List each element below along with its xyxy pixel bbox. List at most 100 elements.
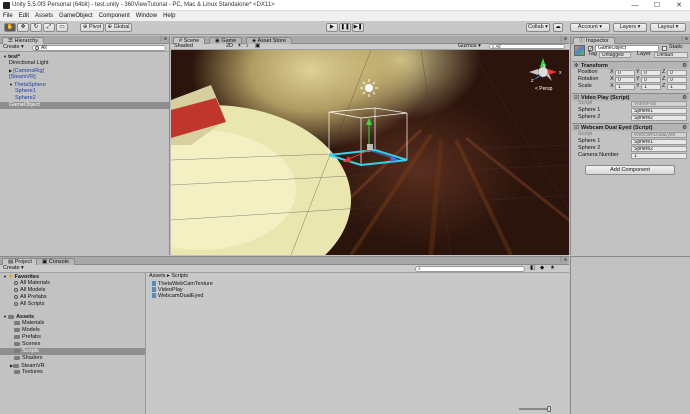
asset-folder-item[interactable]: Prefabs bbox=[0, 334, 145, 341]
asset-folder-item[interactable]: Scenes bbox=[0, 341, 145, 348]
filter-label-icon[interactable]: ◆ bbox=[540, 265, 544, 272]
scene-viewport[interactable]: y x z < Persp bbox=[171, 50, 569, 255]
minimize-button[interactable]: — bbox=[624, 0, 646, 11]
hand-tool-button[interactable]: ✋ bbox=[4, 23, 16, 32]
2d-toggle[interactable]: 2D bbox=[226, 43, 233, 50]
close-button[interactable]: ✕ bbox=[668, 0, 690, 11]
hierarchy-item[interactable]: ▼ ThetaSphere bbox=[0, 81, 169, 88]
project-search-input[interactable]: ⌕ bbox=[415, 266, 525, 272]
settings-gear-icon[interactable]: ⚙ bbox=[682, 124, 687, 132]
asset-folder-item[interactable]: Materials bbox=[0, 320, 145, 327]
project-breadcrumb[interactable]: Assets ▸ Scripts bbox=[149, 273, 188, 280]
tab-hierarchy[interactable]: ☰ Hierarchy bbox=[2, 37, 45, 44]
star-icon[interactable]: ★ bbox=[550, 265, 555, 272]
hierarchy-item[interactable]: ▶ [CameraRig] bbox=[0, 67, 169, 74]
transform-x-field[interactable]: 0 bbox=[615, 77, 635, 83]
projection-mode-label[interactable]: < Persp bbox=[535, 86, 552, 93]
panel-menu-icon[interactable]: ⋮≡ bbox=[679, 36, 688, 43]
hierarchy-search-input[interactable]: All bbox=[32, 45, 166, 51]
asset-folder-item[interactable]: ▶ SteamVR bbox=[0, 362, 145, 369]
video-play-sphere1-field[interactable]: Sphere1 bbox=[631, 108, 687, 114]
layout-dropdown[interactable]: Layout ▾ bbox=[650, 23, 686, 32]
transform-header[interactable]: ✥ Transform ⚙ bbox=[572, 61, 689, 69]
camera-number-field[interactable]: 1 bbox=[631, 153, 687, 159]
transform-z-field[interactable]: 1 bbox=[667, 84, 687, 90]
maximize-button[interactable]: ☐ bbox=[646, 0, 668, 11]
transform-y-field[interactable]: 0 bbox=[641, 70, 661, 76]
video-play-script-field: VideoPlay bbox=[631, 101, 687, 107]
favorite-item[interactable]: All Prefabs bbox=[0, 294, 145, 301]
hierarchy-item[interactable]: Sphere2 bbox=[0, 95, 169, 102]
asset-folder-item[interactable]: Scripts bbox=[0, 348, 145, 355]
cloud-button[interactable]: ☁ bbox=[553, 23, 563, 32]
transform-y-field[interactable]: 1 bbox=[641, 84, 661, 90]
transform-x-field[interactable]: 1 bbox=[615, 84, 635, 90]
hierarchy-item[interactable]: Sphere1 bbox=[0, 88, 169, 95]
step-button[interactable]: ▶❚ bbox=[352, 23, 364, 32]
layers-dropdown[interactable]: Layers ▾ bbox=[613, 23, 647, 32]
effects-toggle-icon[interactable]: ▣ bbox=[255, 43, 260, 50]
hierarchy-item[interactable]: [SteamVR] bbox=[0, 74, 169, 81]
settings-gear-icon[interactable]: ⚙ bbox=[682, 62, 687, 70]
asset-folder-item[interactable]: Models bbox=[0, 327, 145, 334]
menu-gameobject[interactable]: GameObject bbox=[56, 11, 96, 21]
menu-assets[interactable]: Assets bbox=[32, 11, 56, 21]
menu-edit[interactable]: Edit bbox=[16, 11, 32, 21]
hierarchy-create-button[interactable]: Create ▾ bbox=[3, 44, 24, 51]
panel-menu-icon[interactable]: ⋮≡ bbox=[158, 36, 167, 43]
scene-search-input[interactable]: ⌕ All bbox=[489, 44, 565, 49]
tab-inspector[interactable]: ⓘ Inspector bbox=[573, 37, 615, 44]
menu-help[interactable]: Help bbox=[160, 11, 178, 21]
favorite-item[interactable]: All Materials bbox=[0, 280, 145, 287]
zoom-slider[interactable] bbox=[519, 408, 549, 410]
play-button[interactable]: ▶ bbox=[326, 23, 338, 32]
layer-dropdown[interactable]: Default bbox=[654, 52, 688, 58]
video-play-sphere2-field[interactable]: Sphere2 bbox=[631, 115, 687, 121]
scale-tool-button[interactable]: ⤢ bbox=[43, 23, 55, 32]
transform-x-field[interactable]: 0 bbox=[615, 70, 635, 76]
lighting-toggle-icon[interactable]: ☀ bbox=[237, 43, 242, 50]
assets-header[interactable]: ▼ Assets bbox=[0, 313, 145, 320]
shading-mode-dropdown[interactable]: Shaded bbox=[174, 43, 193, 50]
transform-y-field[interactable]: 0 bbox=[641, 77, 661, 83]
audio-toggle-icon[interactable]: ♪ bbox=[246, 43, 249, 50]
favorites-header[interactable]: ▼ ★ Favorites bbox=[0, 273, 145, 280]
asset-folder-item[interactable]: Textures bbox=[0, 369, 145, 376]
global-toggle[interactable]: ⊕ Global bbox=[105, 23, 132, 32]
zoom-slider-thumb[interactable] bbox=[547, 406, 551, 412]
favorite-item[interactable]: All Models bbox=[0, 287, 145, 294]
add-component-button[interactable]: Add Component bbox=[585, 165, 675, 175]
gameobject-icon[interactable] bbox=[574, 45, 585, 56]
transform-z-field[interactable]: 0 bbox=[667, 77, 687, 83]
asset-folder-item[interactable]: Shaders bbox=[0, 355, 145, 362]
filter-type-icon[interactable]: ◧ bbox=[530, 265, 535, 272]
webcam-dual-eyed-header[interactable]: ☑ Webcam Dual Eyed (Script) ⚙ bbox=[572, 123, 689, 131]
hierarchy-item[interactable]: Directional Light bbox=[0, 60, 169, 67]
static-checkbox[interactable] bbox=[662, 46, 667, 51]
rotate-tool-button[interactable]: ↻ bbox=[30, 23, 42, 32]
project-create-button[interactable]: Create ▾ bbox=[3, 265, 24, 272]
script-file-item[interactable]: WebcamDualEyed bbox=[152, 293, 352, 300]
collab-button[interactable]: Collab ▾ bbox=[526, 23, 550, 32]
rect-tool-button[interactable]: ▭ bbox=[56, 23, 68, 32]
tab-project[interactable]: ▤ Project bbox=[2, 258, 38, 265]
hierarchy-item[interactable]: GameObject bbox=[0, 102, 169, 109]
tag-dropdown[interactable]: Untagged bbox=[599, 52, 631, 58]
panel-menu-icon[interactable]: ⋮≡ bbox=[558, 257, 567, 264]
gizmos-dropdown[interactable]: Gizmos ▾ bbox=[458, 43, 481, 50]
transform-z-field[interactable]: 0 bbox=[667, 70, 687, 76]
webcam-sphere2-field[interactable]: Sphere2 bbox=[631, 146, 687, 152]
move-tool-button[interactable]: ✥ bbox=[17, 23, 29, 32]
pivot-toggle[interactable]: ⊕ Pivot bbox=[80, 23, 104, 32]
panel-menu-icon[interactable]: ⋮≡ bbox=[558, 36, 567, 43]
pause-button[interactable]: ❚❚ bbox=[339, 23, 351, 32]
webcam-sphere1-field[interactable]: Sphere1 bbox=[631, 139, 687, 145]
tab-console[interactable]: ▣ Console bbox=[36, 258, 75, 265]
tab-asset-store[interactable]: ◈ Asset Store bbox=[246, 37, 292, 44]
menu-component[interactable]: Component bbox=[96, 11, 133, 21]
menu-file[interactable]: File bbox=[0, 11, 16, 21]
favorite-item[interactable]: All Scripts bbox=[0, 301, 145, 308]
menu-window[interactable]: Window bbox=[133, 11, 160, 21]
hierarchy-item[interactable]: ▼ test* bbox=[0, 53, 169, 60]
account-dropdown[interactable]: Account ▾ bbox=[570, 23, 610, 32]
